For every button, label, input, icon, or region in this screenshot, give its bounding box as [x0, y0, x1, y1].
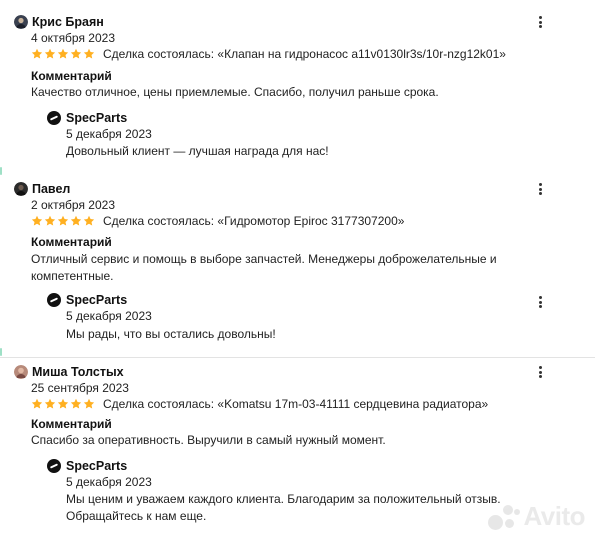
review-author[interactable]: Крис Браян — [14, 14, 104, 30]
reply-text: Довольный клиент — лучшая награда для на… — [66, 144, 329, 158]
avito-watermark: Avito — [488, 501, 585, 532]
star-icon — [57, 398, 69, 409]
star-icon — [70, 398, 82, 409]
author-name: Крис Браян — [32, 15, 104, 29]
star-icon — [44, 398, 56, 409]
avito-logo-icon — [488, 503, 521, 531]
review-author[interactable]: Миша Толстых — [14, 364, 124, 380]
deal-text: Сделка состоялась: «Komatsu 17m-03-41111… — [103, 397, 489, 411]
reply-author-name: SpecParts — [66, 459, 128, 473]
specparts-logo-icon — [47, 459, 61, 473]
star-icon — [57, 215, 69, 226]
review-author[interactable]: Павел — [14, 181, 70, 197]
reply-text: Мы ценим и уважаем каждого клиента. Благ… — [66, 492, 501, 523]
comment-label: Комментарий — [31, 417, 112, 431]
more-options-icon[interactable] — [535, 15, 545, 29]
star-icon — [70, 48, 82, 59]
divider — [0, 357, 595, 358]
rating-row: Сделка состоялась: «Гидромотор Epiroc 31… — [31, 214, 404, 228]
reply-text: Мы рады, что вы остались довольны! — [66, 327, 276, 341]
author-name: Павел — [32, 182, 71, 196]
star-icon — [57, 48, 69, 59]
avatar — [14, 182, 28, 196]
avatar — [14, 365, 28, 379]
deal-text: Сделка состоялась: «Гидромотор Epiroc 31… — [103, 214, 405, 228]
star-icon — [83, 215, 95, 226]
reply-date: 5 декабря 2023 — [66, 127, 152, 141]
comment-text: Качество отличное, цены приемлемые. Спас… — [31, 85, 439, 99]
reply-author-name: SpecParts — [66, 293, 128, 307]
comment-label: Комментарий — [31, 235, 112, 249]
star-icon — [31, 398, 43, 409]
star-icon — [31, 48, 43, 59]
more-options-icon[interactable] — [535, 365, 545, 379]
reply-author-name: SpecParts — [66, 111, 128, 125]
reply-date: 5 декабря 2023 — [66, 475, 152, 489]
avatar — [14, 15, 28, 29]
deal-text: Сделка состоялась: «Клапан на гидронасос… — [103, 47, 506, 61]
edge-marker — [0, 167, 2, 175]
comment-text: Спасибо за оперативность. Выручили в сам… — [31, 433, 386, 447]
specparts-logo-icon — [47, 111, 61, 125]
specparts-logo-icon — [47, 293, 61, 307]
reply-author: SpecParts — [47, 293, 127, 307]
reply-author: SpecParts — [47, 111, 127, 125]
star-icon — [83, 398, 95, 409]
reply-date: 5 декабря 2023 — [66, 309, 152, 323]
comment-text: Отличный сервис и помощь в выборе запчас… — [31, 252, 497, 283]
star-rating — [31, 48, 96, 60]
reply-more-options-icon[interactable] — [535, 295, 545, 309]
review-date: 25 сентября 2023 — [31, 381, 129, 395]
star-rating — [31, 398, 96, 410]
star-icon — [31, 215, 43, 226]
star-icon — [44, 215, 56, 226]
review-date: 4 октября 2023 — [31, 31, 115, 45]
edge-marker — [0, 348, 2, 356]
watermark-text: Avito — [523, 501, 585, 531]
star-rating — [31, 215, 96, 227]
more-options-icon[interactable] — [535, 182, 545, 196]
reply-author: SpecParts — [47, 459, 127, 473]
comment-label: Комментарий — [31, 69, 112, 83]
star-icon — [83, 48, 95, 59]
review-date: 2 октября 2023 — [31, 198, 115, 212]
author-name: Миша Толстых — [32, 365, 124, 379]
rating-row: Сделка состоялась: «Клапан на гидронасос… — [31, 47, 506, 61]
star-icon — [44, 48, 56, 59]
rating-row: Сделка состоялась: «Komatsu 17m-03-41111… — [31, 397, 488, 411]
star-icon — [70, 215, 82, 226]
